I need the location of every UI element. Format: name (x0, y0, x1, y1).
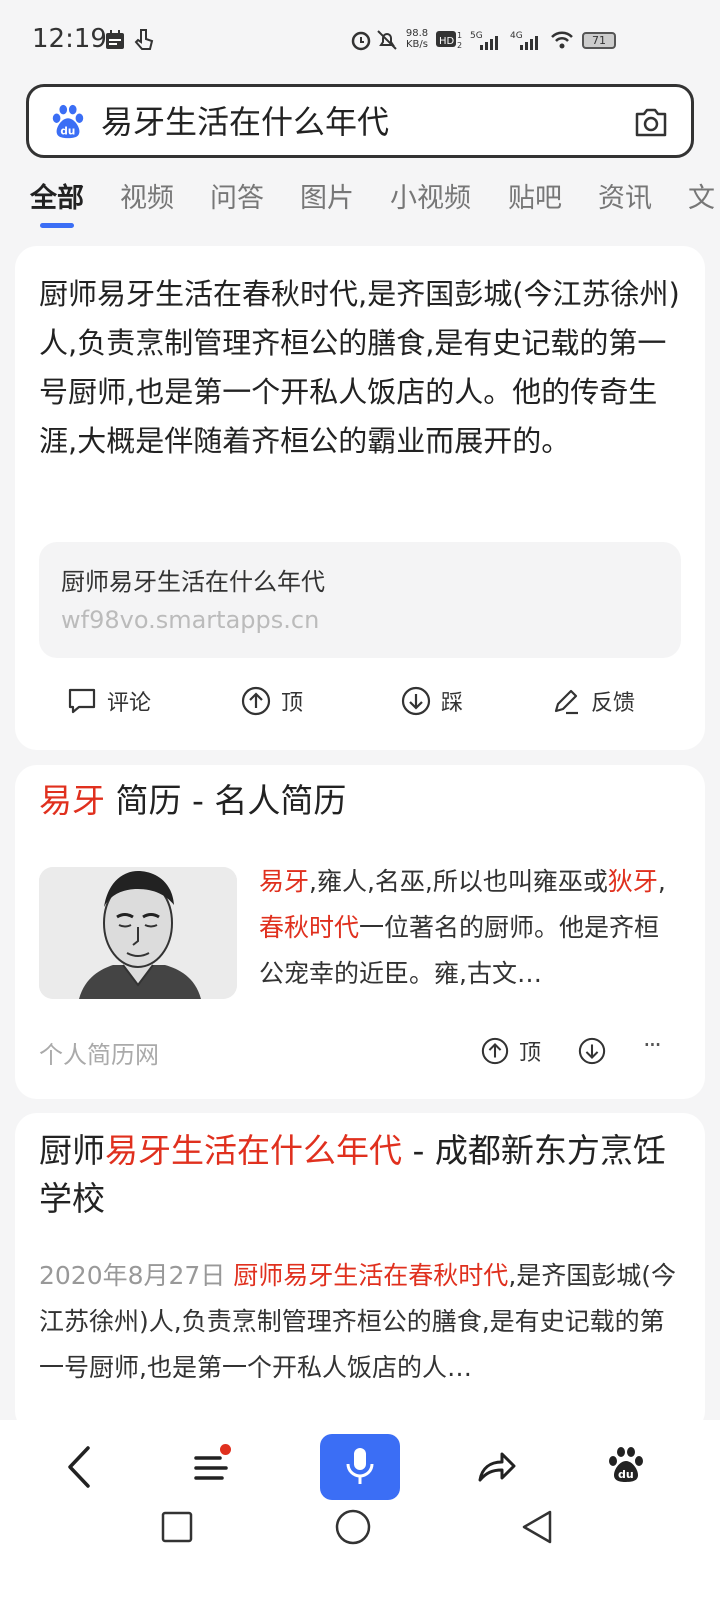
notification-dot (220, 1444, 231, 1455)
home-button-icon[interactable] (334, 1508, 372, 1546)
comment-button[interactable]: 评论 (67, 676, 151, 726)
tab-images[interactable]: 图片 (300, 176, 354, 215)
tab-news[interactable]: 资讯 (598, 176, 652, 215)
search-tabs: 全部 视频 问答 图片 小视频 贴吧 资讯 文 (0, 170, 720, 230)
hd-icon: HD12 (436, 31, 462, 50)
svg-text:5G: 5G (470, 31, 483, 41)
result-footer: 个人简历网 顶 ··· (39, 1031, 683, 1071)
downvote-button[interactable]: 踩 (401, 676, 463, 726)
tab-all[interactable]: 全部 (30, 176, 84, 215)
result-snippet: 易牙,雍人,名巫,所以也叫雍巫或狄牙,春秋时代一位著名的厨师。他是齐桓公宠幸的近… (259, 867, 666, 988)
upvote-button[interactable]: 顶 (241, 676, 303, 726)
result-card[interactable]: 厨师易牙生活在什么年代 - 成都新东方烹饪学校 2020年8月27日 厨师易牙生… (15, 1113, 705, 1433)
tab-qa[interactable]: 问答 (210, 176, 264, 215)
svg-text:HD: HD (439, 36, 455, 47)
status-bar: 12:19 98.8 KB/s HD 1 2 5G 4G 71 (0, 0, 720, 78)
system-back-icon[interactable] (518, 1508, 556, 1546)
alarm-icon (351, 31, 371, 51)
result-site[interactable]: 个人简历网 (39, 1035, 159, 1070)
tab-short-video[interactable]: 小视频 (390, 176, 471, 215)
recent-apps-icon[interactable] (160, 1510, 194, 1544)
bottom-toolbar: du (0, 1420, 720, 1600)
arrow-up-circle-icon (241, 686, 271, 716)
result-card[interactable]: 易牙 简历 - 名人简历 易牙,雍人,名巫,所以也叫雍巫或狄牙,春秋时代一位著名… (15, 765, 705, 1099)
camera-icon[interactable] (633, 105, 669, 139)
svg-text:2: 2 (457, 41, 462, 50)
svg-text:du: du (618, 1468, 634, 1481)
result-title[interactable]: 厨师易牙生活在什么年代 - 成都新东方烹饪学校 (39, 1127, 679, 1223)
arrow-down-circle-icon[interactable] (578, 1037, 606, 1065)
active-tab-indicator (40, 223, 74, 228)
source-url: wf98vo.smartapps.cn (61, 606, 320, 634)
touch-icon (134, 29, 154, 50)
signal-5g-icon: 5G (470, 31, 498, 50)
tab-more[interactable]: 文 (688, 176, 715, 215)
upvote-button[interactable]: 顶 (481, 1031, 541, 1071)
svg-text:4G: 4G (510, 31, 523, 41)
net-speed: 98.8 KB/s (405, 28, 429, 50)
status-time: 12:19 (32, 24, 107, 54)
share-icon[interactable] (474, 1444, 518, 1488)
calendar-icon (106, 30, 124, 49)
arrow-up-circle-icon (481, 1037, 509, 1065)
search-box[interactable]: du 易牙生活在什么年代 (26, 84, 694, 158)
baidu-home-icon[interactable]: du (606, 1444, 646, 1488)
feedback-button[interactable]: 反馈 (551, 676, 635, 726)
svg-text:1: 1 (457, 31, 462, 40)
portrait-image (39, 867, 237, 999)
comment-icon (68, 688, 96, 714)
result-date: 2020年8月27日 (39, 1261, 226, 1290)
back-arrow-icon[interactable] (62, 1442, 98, 1492)
svg-text:du: du (60, 125, 75, 137)
baidu-paw-logo: du (52, 104, 84, 139)
voice-search-button[interactable] (320, 1434, 400, 1500)
portrait-thumbnail[interactable] (39, 867, 237, 999)
signal-4g-icon: 4G (510, 31, 538, 50)
answer-card: 厨师易牙生活在春秋时代,是齐国彭城(今江苏徐州)人,负责烹制管理齐桓公的膳食,是… (15, 246, 705, 750)
tab-video[interactable]: 视频 (120, 176, 174, 215)
battery-icon: 71 (582, 32, 616, 49)
source-title: 厨师易牙生活在什么年代 (61, 568, 325, 596)
pencil-icon (554, 689, 578, 715)
answer-text: 厨师易牙生活在春秋时代,是齐国彭城(今江苏徐州)人,负责烹制管理齐桓公的膳食,是… (39, 277, 680, 458)
microphone-icon (346, 1448, 374, 1484)
arrow-down-circle-icon (401, 686, 431, 716)
menu-icon[interactable] (192, 1450, 232, 1486)
mute-icon (377, 30, 397, 50)
answer-source[interactable]: 厨师易牙生活在什么年代 wf98vo.smartapps.cn (39, 542, 681, 658)
result-title[interactable]: 易牙 简历 - 名人简历 (39, 777, 346, 825)
more-options-icon[interactable]: ··· (643, 1031, 662, 1059)
wifi-icon (551, 31, 573, 49)
tab-tieba[interactable]: 贴吧 (508, 176, 562, 215)
search-input[interactable]: 易牙生活在什么年代 (101, 101, 389, 143)
result-snippet: 2020年8月27日 厨师易牙生活在春秋时代,是齐国彭城(今江苏徐州)人,负责烹… (39, 1261, 677, 1382)
answer-actions: 评论 顶 踩 反馈 (15, 676, 705, 726)
